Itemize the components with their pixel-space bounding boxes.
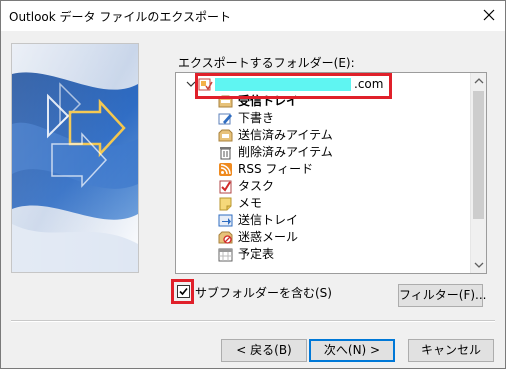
junk-mail-icon [218, 231, 233, 244]
rss-icon [219, 163, 232, 176]
export-dialog: Outlook データ ファイルのエクスポート エクスポートするフォルダー(E)… [0, 0, 506, 369]
window-title: Outlook データ ファイルのエクスポート [9, 10, 231, 24]
redacted-account-name [215, 78, 351, 91]
folder-tree-label: エクスポートするフォルダー(E): [178, 56, 355, 70]
tasks-icon [219, 180, 232, 194]
sent-items-icon [218, 129, 233, 142]
tree-item-label: 迷惑メール [238, 230, 299, 244]
tree-item-inbox[interactable]: 受信トレイ [176, 93, 471, 110]
chevron-down-icon[interactable] [186, 77, 196, 92]
include-subfolders-label: サブフォルダーを含む(S) [195, 286, 332, 300]
tree-item-label: メモ [238, 196, 263, 210]
scrollbar-thumb[interactable] [473, 91, 484, 219]
tree-item-label: RSS フィード [238, 162, 314, 176]
footer-separator [11, 320, 495, 322]
tree-item-outbox[interactable]: 送信トレイ [176, 212, 471, 229]
tree-item-account[interactable]: .com [176, 76, 471, 93]
tree-scrollbar[interactable] [470, 73, 486, 273]
tree-item-label: 送信トレイ [238, 213, 299, 227]
tree-item-label: 下書き [238, 111, 275, 125]
tree-item-label: 予定表 [238, 247, 275, 261]
tree-item-junk-mail[interactable]: 迷惑メール [176, 229, 471, 246]
tree-item-label: 送信済みアイテム [238, 128, 333, 142]
tree-item-sent-items[interactable]: 送信済みアイテム [176, 127, 471, 144]
outbox-icon [218, 214, 233, 227]
tree-item-notes[interactable]: メモ [176, 195, 471, 212]
back-button[interactable]: < 戻る(B) [221, 339, 307, 362]
tree-item-drafts[interactable]: 下書き [176, 110, 471, 127]
cancel-button[interactable]: キャンセル [408, 339, 494, 362]
tree-item-label: 削除済みアイテム [238, 145, 333, 159]
trash-icon [220, 147, 231, 160]
calendar-icon [218, 248, 233, 262]
filter-button[interactable]: フィルター(F)... [398, 284, 486, 307]
tree-item-deleted-items[interactable]: 削除済みアイテム [176, 144, 471, 161]
scroll-up-arrow-icon[interactable] [471, 73, 487, 89]
tree-item-label: タスク [238, 179, 275, 193]
include-subfolders-checkbox[interactable] [177, 285, 190, 298]
close-icon [483, 9, 495, 21]
wizard-banner-image [11, 43, 139, 273]
tree-item-label: 受信トレイ [238, 94, 299, 108]
title-bar: Outlook データ ファイルのエクスポート [1, 1, 505, 31]
close-button[interactable] [477, 4, 501, 26]
inbox-icon [218, 95, 233, 108]
checkmark-icon [179, 287, 188, 296]
tree-item-rss-feeds[interactable]: RSS フィード [176, 161, 471, 178]
folder-tree[interactable]: .com 受信トレイ 下書き 送信済みアイテム 削除済みアイテム RSS フィー… [175, 72, 487, 274]
notes-icon [219, 197, 232, 211]
tree-item-tasks[interactable]: タスク [176, 178, 471, 195]
next-button[interactable]: 次へ(N) > [309, 339, 395, 362]
data-file-icon [198, 78, 213, 91]
drafts-icon [218, 113, 232, 125]
tree-item-calendar[interactable]: 予定表 [176, 246, 471, 263]
account-domain-label: .com [354, 77, 384, 91]
scroll-down-arrow-icon[interactable] [471, 257, 487, 273]
